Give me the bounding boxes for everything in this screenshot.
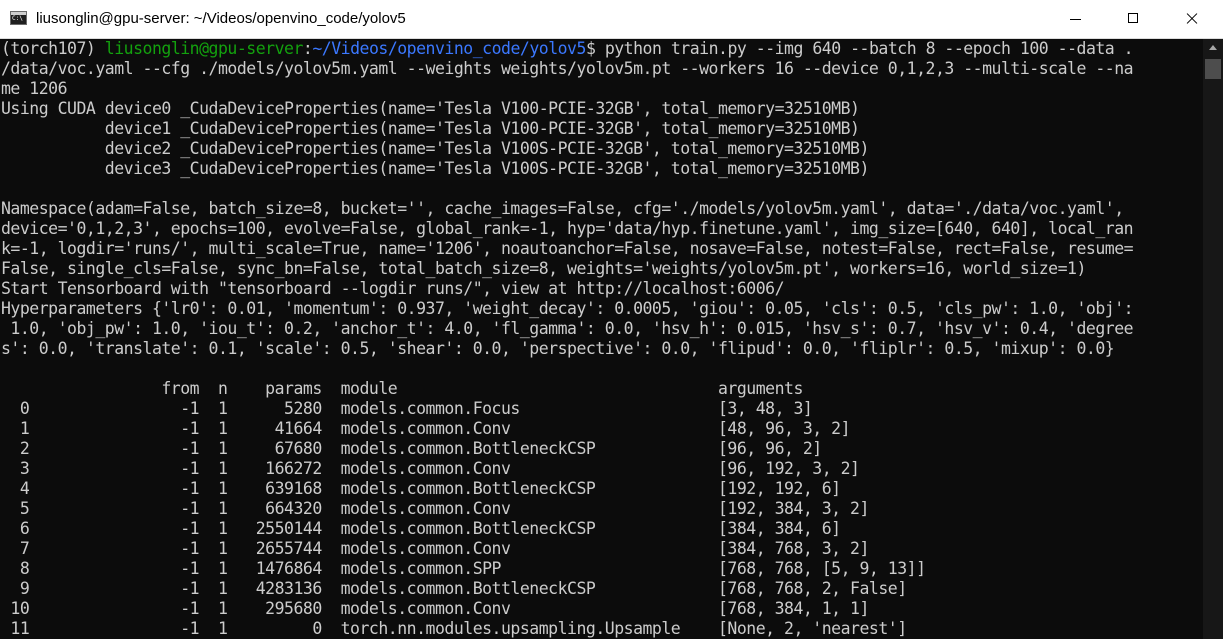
window-title: liusonglin@gpu-server: ~/Videos/openvino… — [36, 10, 406, 27]
output-line: Using CUDA device0 _CudaDeviceProperties… — [1, 99, 860, 118]
console-icon — [10, 11, 27, 25]
output-line: Start Tensorboard with "tensorboard --lo… — [1, 279, 785, 298]
output-line: 9 -1 1 4283136 models.common.BottleneckC… — [1, 579, 907, 598]
output-line: False, single_cls=False, sync_bn=False, … — [1, 259, 1086, 278]
command-continuation: me 1206 — [1, 79, 68, 98]
terminal-output[interactable]: (torch107) liusonglin@gpu-server:~/Video… — [0, 39, 1203, 639]
command-continuation: /data/voc.yaml --cfg ./models/yolov5m.ya… — [1, 59, 1134, 78]
prompt-symbol: $ — [585, 39, 605, 58]
minimize-button[interactable] — [1047, 0, 1105, 38]
output-line: 4 -1 1 639168 models.common.BottleneckCS… — [1, 479, 841, 498]
output-line: Hyperparameters {'lr0': 0.01, 'momentum'… — [1, 299, 1134, 318]
output-line: Namespace(adam=False, batch_size=8, buck… — [1, 199, 1124, 218]
prompt-user-host: liusonglin@gpu-server — [104, 39, 304, 58]
output-line: 8 -1 1 1476864 models.common.SPP [768, 7… — [1, 559, 926, 578]
output-line: s': 0.0, 'translate': 0.1, 'scale': 0.5,… — [1, 339, 1115, 358]
output-line: 1 -1 1 41664 models.common.Conv [48, 96,… — [1, 419, 851, 438]
prompt-path: ~/Videos/openvino_code/yolov5 — [312, 39, 586, 58]
output-line: 1.0, 'obj_pw': 1.0, 'iou_t': 0.2, 'ancho… — [1, 319, 1134, 338]
output-line: 0 -1 1 5280 models.common.Focus [3, 48, … — [1, 399, 813, 418]
output-line: device2 _CudaDeviceProperties(name='Tesl… — [1, 139, 870, 158]
vertical-scrollbar[interactable] — [1203, 39, 1223, 639]
output-line: 10 -1 1 295680 models.common.Conv [768, … — [1, 599, 869, 618]
command-text: python train.py --img 640 --batch 8 --ep… — [604, 39, 1134, 58]
output-line: device1 _CudaDeviceProperties(name='Tesl… — [1, 119, 860, 138]
prompt-separator: : — [302, 39, 313, 58]
prompt-line: (torch107) liusonglin@gpu-server:~/Video… — [1, 39, 1134, 59]
output-line: 3 -1 1 166272 models.common.Conv [96, 19… — [1, 459, 860, 478]
scroll-thumb[interactable] — [1205, 59, 1221, 79]
output-line: 7 -1 1 2655744 models.common.Conv [384, … — [1, 539, 870, 558]
output-line: 11 -1 1 0 torch.nn.modules.upsampling.Up… — [1, 619, 907, 638]
output-line: device3 _CudaDeviceProperties(name='Tesl… — [1, 159, 870, 178]
close-button[interactable] — [1163, 0, 1221, 38]
output-line: from n params module arguments — [1, 379, 803, 398]
output-line: k=-1, logdir='runs/', multi_scale=True, … — [1, 239, 1134, 258]
title-bar[interactable]: liusonglin@gpu-server: ~/Videos/openvino… — [0, 0, 1223, 39]
output-line: 6 -1 1 2550144 models.common.BottleneckC… — [1, 519, 841, 538]
prompt-env: (torch107) — [1, 39, 105, 58]
maximize-button[interactable] — [1105, 0, 1163, 38]
output-line: 2 -1 1 67680 models.common.BottleneckCSP… — [1, 439, 822, 458]
scroll-up-arrow-icon[interactable] — [1203, 39, 1223, 57]
output-line: device='0,1,2,3', epochs=100, evolve=Fal… — [1, 219, 1134, 238]
output-line: 5 -1 1 664320 models.common.Conv [192, 3… — [1, 499, 870, 518]
